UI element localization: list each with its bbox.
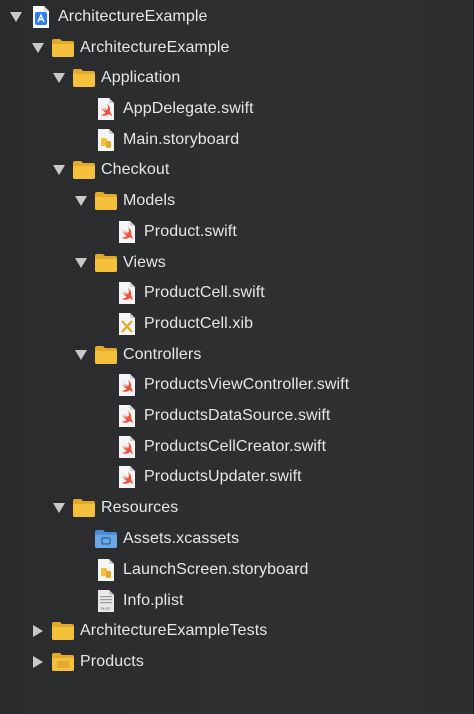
disclosure-expanded-icon[interactable] [10,11,22,23]
swift-file-icon [95,98,117,120]
disclosure-none [96,471,108,483]
navigator-row-file[interactable]: ProductCell.xib [0,309,473,339]
row-label: Assets.xcassets [123,530,240,547]
disclosure-none [96,410,108,422]
folder-icon [52,620,74,642]
row-label: Info.plist [123,592,184,609]
navigator-row-file[interactable]: ProductsDataSource.swift [0,401,473,431]
xib-file-icon [116,313,138,335]
navigator-row-group[interactable]: Resources [0,493,473,523]
disclosure-expanded-icon[interactable] [75,349,87,361]
row-label: Resources [101,499,179,516]
plist-badge: PLIST [101,607,112,611]
navigator-row-group[interactable]: Controllers [0,340,473,370]
disclosure-expanded-icon[interactable] [53,164,65,176]
disclosure-none [96,441,108,453]
disclosure-none [96,379,108,391]
row-label: ArchitectureExampleTests [80,622,268,639]
navigator-row-group[interactable]: Models [0,186,473,216]
folder-icon [95,344,117,366]
disclosure-expanded-icon[interactable] [75,257,87,269]
disclosure-collapsed-icon[interactable] [32,625,44,637]
xcode-project-icon [30,6,52,28]
storyboard-file-icon [95,129,117,151]
navigator-row-file[interactable]: Main.storyboard [0,125,473,155]
disclosure-none [96,318,108,330]
row-label: Models [123,192,176,209]
row-label: Main.storyboard [123,131,240,148]
navigator-row-file[interactable]: PLIST Info.plist [0,586,473,616]
storyboard-file-icon [95,559,117,581]
disclosure-none [75,103,87,115]
row-label: Products [80,653,144,670]
disclosure-none [75,533,87,545]
navigator-row-file[interactable]: AppDelegate.swift [0,94,473,124]
navigator-row-file[interactable]: Assets.xcassets [0,524,473,554]
row-label: ProductsUpdater.swift [144,468,302,485]
navigator-row-group[interactable]: ArchitectureExample [0,33,473,63]
swift-file-icon [116,405,138,427]
navigator-row-project[interactable]: ArchitectureExample [0,2,473,32]
swift-file-icon [116,466,138,488]
disclosure-none [75,564,87,576]
row-label: Application [101,69,181,86]
products-folder-icon [52,651,74,673]
navigator-row-group[interactable]: Checkout [0,155,473,185]
navigator-row-group[interactable]: Application [0,63,473,93]
folder-icon [73,497,95,519]
navigator-row-group[interactable]: ArchitectureExampleTests [0,616,473,646]
folder-icon [73,159,95,181]
disclosure-expanded-icon[interactable] [53,502,65,514]
navigator-row-file[interactable]: ProductsUpdater.swift [0,462,473,492]
folder-icon [52,37,74,59]
row-label: Checkout [101,161,170,178]
plist-file-icon: PLIST [95,590,117,612]
swift-file-icon [116,221,138,243]
navigator-row-group[interactable]: Products [0,647,473,677]
navigator-row-group[interactable]: Views [0,248,473,278]
folder-icon [95,252,117,274]
folder-icon [73,67,95,89]
navigator-row-file[interactable]: ProductsViewController.swift [0,370,473,400]
disclosure-none [75,134,87,146]
disclosure-none [96,287,108,299]
folder-icon [95,190,117,212]
swift-file-icon [116,436,138,458]
asset-catalog-icon [95,528,117,550]
disclosure-collapsed-icon[interactable] [32,656,44,668]
row-label: ProductsCellCreator.swift [144,438,327,455]
project-navigator: ArchitectureExample ArchitectureExample … [0,0,474,714]
swift-file-icon [116,374,138,396]
row-label: ArchitectureExample [80,39,230,56]
row-label: Product.swift [144,223,237,240]
row-label: AppDelegate.swift [123,100,254,117]
disclosure-expanded-icon[interactable] [32,42,44,54]
row-label: ArchitectureExample [58,8,208,25]
navigator-row-file[interactable]: ProductsCellCreator.swift [0,432,473,462]
disclosure-none [96,226,108,238]
row-label: Controllers [123,346,202,363]
navigator-row-file[interactable]: Product.swift [0,217,473,247]
row-label: LaunchScreen.storyboard [123,561,309,578]
swift-file-icon [116,282,138,304]
row-label: ProductsViewController.swift [144,376,350,393]
disclosure-expanded-icon[interactable] [75,195,87,207]
row-label: ProductCell.swift [144,284,265,301]
row-label: ProductCell.xib [144,315,254,332]
navigator-row-file[interactable]: LaunchScreen.storyboard [0,555,473,585]
row-label: Views [123,254,166,271]
disclosure-none [75,595,87,607]
navigator-row-file[interactable]: ProductCell.swift [0,278,473,308]
row-label: ProductsDataSource.swift [144,407,331,424]
disclosure-expanded-icon[interactable] [53,72,65,84]
